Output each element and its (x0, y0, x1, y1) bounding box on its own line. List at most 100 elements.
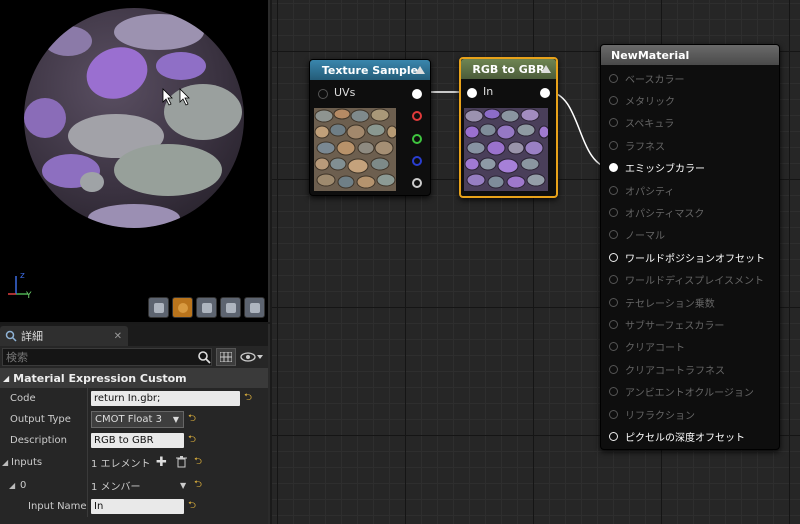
material-pin-row[interactable]: リフラクション (609, 406, 695, 422)
collapse-arrow-icon[interactable] (541, 65, 551, 73)
property-row-inputs: ◢ Inputs 1 エレメント ✚ ⮌ (0, 451, 268, 474)
details-panel: 詳細 ✕ 検索 ◢ Material Expression Custom Cod… (0, 324, 270, 524)
axis-gizmo-icon: z Y (8, 271, 32, 301)
material-pin-row[interactable]: オパシティ (609, 182, 674, 198)
material-input-pin[interactable] (609, 95, 618, 105)
expand-arrow-icon[interactable]: ◢ (9, 481, 15, 490)
reset-icon[interactable]: ⮌ (244, 390, 252, 407)
output-type-dropdown[interactable]: CMOT Float 3 ▼ (91, 411, 184, 428)
section-title: Material Expression Custom (13, 371, 187, 385)
material-input-pin[interactable] (609, 275, 618, 285)
property-row-output-type: Output Type CMOT Float 3 ▼ ⮌ (0, 409, 268, 430)
material-input-pin[interactable] (609, 207, 618, 217)
close-tab-icon[interactable]: ✕ (114, 331, 122, 342)
property-matrix-button[interactable] (216, 348, 237, 366)
add-element-icon[interactable]: ✚ (156, 455, 167, 470)
material-pin-label: ラフネス (625, 141, 665, 153)
material-input-pin[interactable] (609, 230, 618, 240)
in-input-pin[interactable] (467, 88, 477, 98)
reset-icon[interactable]: ⮌ (188, 498, 196, 515)
material-pin-label: アンビエントオクルージョン (625, 388, 754, 400)
material-graph-canvas[interactable]: Texture Sample UVs RGB to GBR In NewMate… (272, 0, 800, 524)
node-title[interactable]: Texture Sample (310, 60, 430, 80)
material-input-pin[interactable] (609, 185, 618, 195)
material-preview-viewport[interactable]: z Y (0, 0, 270, 322)
code-field[interactable]: return In.gbr; (91, 391, 240, 406)
details-tab-label: 詳細 (21, 330, 43, 343)
material-input-pin[interactable] (609, 319, 618, 329)
svg-text:z: z (20, 271, 25, 281)
material-pin-label: ワールドポジションオフセット (625, 253, 765, 265)
member-count: 1 メンバー (91, 481, 141, 493)
uvs-input-pin[interactable] (318, 89, 328, 99)
b-output-pin[interactable] (412, 156, 422, 166)
reset-icon[interactable]: ⮌ (188, 432, 196, 449)
rgb-output-pin[interactable] (412, 89, 422, 99)
node-title[interactable]: RGB to GBR (461, 59, 556, 79)
r-output-pin[interactable] (412, 111, 422, 121)
input-name-field[interactable]: In (91, 499, 184, 514)
details-search-input[interactable]: 検索 (2, 348, 213, 366)
a-output-pin[interactable] (412, 178, 422, 188)
trash-icon[interactable] (176, 456, 187, 468)
material-input-pin[interactable] (609, 431, 618, 441)
node-title[interactable]: NewMaterial (601, 45, 779, 65)
texture-thumbnail (314, 108, 396, 191)
material-pin-row[interactable]: ベースカラー (609, 70, 685, 86)
rgb-to-gbr-node[interactable]: RGB to GBR In (459, 57, 558, 198)
chevron-down-icon: ▼ (172, 415, 179, 424)
material-pin-row[interactable]: ワールドポジションオフセット (609, 249, 765, 265)
material-input-pin[interactable] (609, 252, 618, 262)
material-pin-row[interactable]: スペキュラ (609, 115, 674, 131)
section-header[interactable]: ◢ Material Expression Custom (0, 368, 268, 388)
material-pin-label: メタリック (625, 96, 675, 108)
material-pin-row[interactable]: テセレーション乗数 (609, 294, 715, 310)
material-pin-row[interactable]: ノーマル (609, 227, 665, 243)
preview-cylinder-button[interactable] (148, 297, 169, 318)
material-pin-row[interactable]: ラフネス (609, 137, 665, 153)
rgb-to-gbr-output-pin[interactable] (540, 88, 550, 98)
material-input-pin[interactable] (609, 342, 618, 352)
preview-plane-button[interactable] (196, 297, 217, 318)
material-input-pin[interactable] (609, 387, 618, 397)
material-pin-row[interactable]: クリアコートラフネス (609, 361, 725, 377)
material-pin-label: ノーマル (625, 231, 665, 243)
eye-icon (240, 352, 264, 362)
collapse-arrow-icon[interactable] (415, 66, 425, 74)
magnifier-icon (5, 330, 17, 342)
material-pin-row[interactable]: サブサーフェスカラー (609, 316, 724, 332)
preview-sphere-button[interactable] (172, 297, 193, 318)
view-options-button[interactable] (240, 348, 266, 366)
new-material-node[interactable]: NewMaterial ベースカラー メタリックスペキュララフネスエミッシブカラー… (600, 44, 780, 450)
material-input-pin[interactable] (609, 163, 618, 173)
preview-cube-button[interactable] (220, 297, 241, 318)
property-row-code: Code return In.gbr; ⮌ (0, 388, 268, 409)
material-input-pin[interactable] (609, 140, 618, 150)
material-pin-row[interactable]: ピクセルの深度オフセット (609, 428, 745, 444)
chevron-down-icon[interactable]: ▼ (180, 481, 186, 490)
texture-sample-node[interactable]: Texture Sample UVs (309, 59, 431, 196)
reset-icon[interactable]: ⮌ (194, 477, 202, 494)
material-pin-label: ピクセルの深度オフセット (625, 432, 745, 444)
property-row-input-0: ◢ 0 1 メンバー ▼ ⮌ (0, 474, 268, 496)
material-input-pin[interactable] (609, 73, 618, 83)
material-pin-row[interactable]: アンビエントオクルージョン (609, 384, 754, 400)
material-pin-label: ベースカラー (625, 74, 685, 86)
reset-icon[interactable]: ⮌ (188, 411, 196, 428)
details-tab[interactable]: 詳細 ✕ (0, 326, 128, 346)
in-label: In (483, 85, 494, 98)
material-input-pin[interactable] (609, 297, 618, 307)
material-pin-row[interactable]: クリアコート (609, 339, 685, 355)
material-input-pin[interactable] (609, 409, 618, 419)
material-input-pin[interactable] (609, 364, 618, 374)
material-input-pin[interactable] (609, 118, 618, 128)
expand-arrow-icon[interactable]: ◢ (2, 458, 8, 467)
preview-mesh-button[interactable] (244, 297, 265, 318)
material-pin-row[interactable]: ワールドディスプレイスメント (609, 272, 764, 288)
material-pin-row[interactable]: エミッシブカラー (609, 160, 705, 176)
description-field[interactable]: RGB to GBR (91, 433, 184, 448)
g-output-pin[interactable] (412, 134, 422, 144)
reset-icon[interactable]: ⮌ (194, 454, 202, 471)
material-pin-row[interactable]: メタリック (609, 92, 675, 108)
material-pin-row[interactable]: オパシティマスク (609, 204, 704, 220)
